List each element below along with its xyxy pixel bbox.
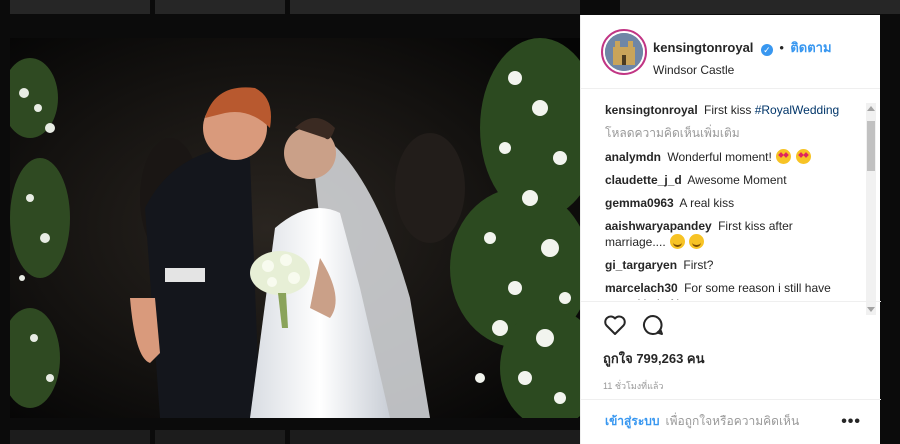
comments-scrollbar[interactable] xyxy=(866,103,876,315)
background-thumbnail xyxy=(10,430,150,444)
castle-avatar-icon xyxy=(605,33,643,71)
wedding-kiss-photo xyxy=(10,38,580,418)
comment-username[interactable]: marcelach30 xyxy=(605,281,678,295)
background-thumbnail xyxy=(10,0,150,14)
login-prompt-text: เพื่อถูกใจหรือความคิดเห็น xyxy=(665,414,800,428)
comment-username[interactable]: analymdn xyxy=(605,150,661,164)
comment-username[interactable]: aaishwaryapandey xyxy=(605,219,712,233)
post-header: kensingtonroyal ✓ • ติดตาม Windsor Castl… xyxy=(581,15,880,89)
comment-item: gi_targaryen First? xyxy=(605,257,851,273)
comment-item: marcelach30 For some reason i still have… xyxy=(605,280,851,300)
post-timestamp[interactable]: 11 ชั่วโมงที่แล้ว xyxy=(603,379,861,393)
post-detail-panel: kensingtonroyal ✓ • ติดตาม Windsor Castl… xyxy=(580,15,881,444)
background-thumbnail xyxy=(290,430,580,444)
background-thumbnail xyxy=(620,0,900,14)
scroll-up-icon[interactable] xyxy=(867,106,875,111)
background-thumbnail xyxy=(155,430,285,444)
login-prompt: เข้าสู่ระบบ เพื่อถูกใจหรือความคิดเห็น ••… xyxy=(581,399,881,443)
scrollbar-thumb[interactable] xyxy=(867,121,875,171)
heart-eyes-emoji-icon xyxy=(795,149,811,164)
load-more-comments-button[interactable]: โหลดความคิดเห็นเพิ่มเติม xyxy=(605,125,851,141)
caption-username[interactable]: kensingtonroyal xyxy=(605,103,698,117)
comment-text: Awesome Moment xyxy=(687,173,787,187)
comment-item: aaishwaryapandey First kiss after marria… xyxy=(605,218,851,250)
ellipsis-icon[interactable]: ••• xyxy=(841,413,861,431)
login-link[interactable]: เข้าสู่ระบบ xyxy=(605,412,660,431)
comment-item: claudette_j_d Awesome Moment xyxy=(605,172,851,188)
speech-bubble-icon[interactable] xyxy=(641,313,665,342)
dot-separator: • xyxy=(779,40,784,55)
post-actions: ถูกใจ 799,263 คน 11 ชั่วโมงที่แล้ว xyxy=(581,301,881,393)
hashtag-link[interactable]: #RoyalWedding xyxy=(755,103,840,117)
post-photo[interactable] xyxy=(10,38,580,418)
background-thumbnail xyxy=(290,0,580,14)
post-username[interactable]: kensingtonroyal xyxy=(653,40,753,55)
like-count[interactable]: ถูกใจ 799,263 คน xyxy=(603,348,861,369)
comment-username[interactable]: claudette_j_d xyxy=(605,173,682,187)
avatar[interactable] xyxy=(601,29,647,75)
heart-outline-icon[interactable] xyxy=(603,314,627,341)
verified-check-icon: ✓ xyxy=(760,44,773,56)
caption-text: First kiss xyxy=(704,103,752,117)
smile-emoji-icon xyxy=(689,234,705,249)
heart-eyes-emoji-icon xyxy=(776,149,792,164)
background-thumbnail xyxy=(155,0,285,14)
comment-username[interactable]: gi_targaryen xyxy=(605,258,677,272)
follow-button[interactable]: ติดตาม xyxy=(790,40,831,55)
comments-list[interactable]: kensingtonroyal First kiss #RoyalWedding… xyxy=(581,90,881,300)
smile-emoji-icon xyxy=(670,234,686,249)
comment-username[interactable]: gemma0963 xyxy=(605,196,674,210)
location-link[interactable]: Windsor Castle xyxy=(653,63,832,77)
comment-text: A real kiss xyxy=(679,196,735,210)
comment-text: Wonderful moment! xyxy=(667,150,772,164)
caption: kensingtonroyal First kiss #RoyalWedding xyxy=(605,102,851,118)
comment-item: analymdn Wonderful moment! xyxy=(605,149,851,165)
comment-text: First? xyxy=(683,258,714,272)
comment-item: gemma0963 A real kiss xyxy=(605,195,851,211)
